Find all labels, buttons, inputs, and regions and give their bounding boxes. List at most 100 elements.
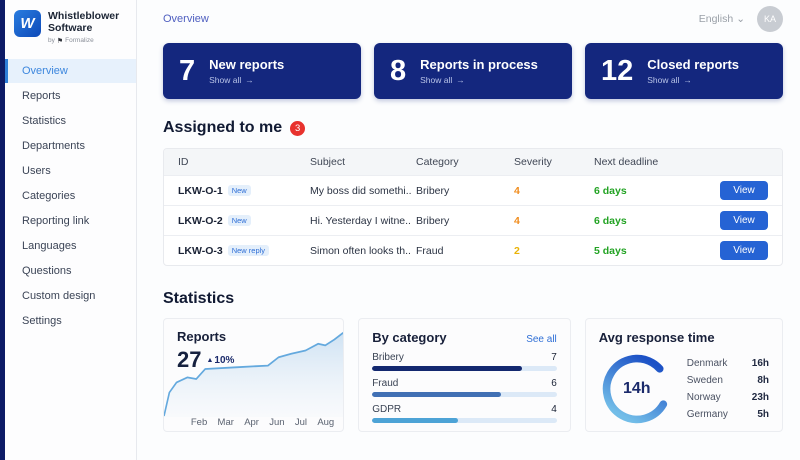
stat-card-text: New reports Show all → [209, 57, 284, 85]
statistics-section-header: Statistics [163, 290, 783, 308]
category-label-row: GDPR 4 [372, 404, 557, 415]
sidebar-item-questions[interactable]: Questions [5, 259, 136, 283]
x-axis-labels: Feb Mar Apr Jun Jul Aug [164, 417, 343, 428]
table-row[interactable]: LKW-O-3 New reply Simon often looks th..… [164, 235, 782, 265]
sidebar-item-reporting-link[interactable]: Reporting link [5, 209, 136, 233]
show-all-link[interactable]: Show all → [647, 75, 739, 85]
x-tick: Aug [317, 417, 334, 428]
deadline-value: 5 days [594, 245, 710, 257]
sidebar-item-reports[interactable]: Reports [5, 84, 136, 108]
col-header-category: Category [416, 156, 514, 168]
chevron-down-icon: ⌄ [736, 13, 745, 25]
language-label: English [699, 13, 733, 25]
report-category: Bribery [416, 215, 514, 227]
assigned-title: Assigned to me [163, 119, 282, 137]
sidebar-menu: Overview Reports Statistics Departments … [5, 59, 136, 333]
report-id: LKW-O-2 [178, 215, 223, 227]
category-bar-fill [372, 366, 522, 371]
country-value: 16h [752, 358, 769, 369]
stat-title: Closed reports [647, 57, 739, 72]
col-header-subject: Subject [310, 156, 416, 168]
report-id: LKW-O-3 [178, 245, 223, 257]
sidebar-item-label: Overview [22, 65, 68, 77]
sidebar-item-settings[interactable]: Settings [5, 309, 136, 333]
sidebar-item-label: Custom design [22, 290, 95, 302]
sidebar-item-label: Departments [22, 140, 85, 152]
formalize-company-name: Formalize [65, 37, 94, 44]
assigned-count-badge: 3 [290, 121, 305, 136]
brand-text: Whistleblower Software by ⚑ Formalize [48, 10, 119, 45]
response-time-panel: Avg response time 14h [585, 318, 783, 432]
category-label-row: Bribery 7 [372, 352, 557, 363]
sidebar-item-categories[interactable]: Categories [5, 184, 136, 208]
see-all-link[interactable]: See all [526, 334, 557, 345]
country-label: Denmark [687, 358, 728, 369]
show-all-link[interactable]: Show all → [420, 75, 538, 85]
response-panel-title: Avg response time [599, 330, 769, 345]
language-selector[interactable]: English ⌄ [699, 13, 745, 25]
category-panel-title: By category [372, 330, 446, 345]
category-label: Fraud [372, 378, 398, 389]
sidebar-item-label: Categories [22, 190, 75, 202]
show-all-link[interactable]: Show all → [209, 75, 284, 85]
category-value: 6 [551, 378, 557, 389]
category-bar-row: GDPR 4 [372, 404, 557, 423]
category-value: 7 [551, 352, 557, 363]
country-row: Norway 23h [687, 389, 769, 406]
sidebar-item-statistics[interactable]: Statistics [5, 109, 136, 133]
table-row[interactable]: LKW-O-1 New My boss did somethi.. Briber… [164, 175, 782, 205]
stat-card-in-process[interactable]: 8 Reports in process Show all → [374, 43, 572, 99]
country-label: Sweden [687, 375, 723, 386]
assigned-table: ID Subject Category Severity Next deadli… [163, 148, 783, 266]
stat-card-new-reports[interactable]: 7 New reports Show all → [163, 43, 361, 99]
sidebar-item-custom-design[interactable]: Custom design [5, 284, 136, 308]
deadline-value: 6 days [594, 185, 710, 197]
main-content: Overview English ⌄ KA 7 New reports Show… [137, 0, 800, 460]
stat-title: Reports in process [420, 57, 538, 72]
report-category: Bribery [416, 185, 514, 197]
sidebar-item-label: Users [22, 165, 51, 177]
report-category: Fraud [416, 245, 514, 257]
report-id: LKW-O-1 [178, 185, 223, 197]
view-button[interactable]: View [720, 211, 768, 230]
sidebar-item-languages[interactable]: Languages [5, 234, 136, 258]
avatar[interactable]: KA [757, 6, 783, 32]
brand-name: Whistleblower Software [48, 10, 119, 35]
sidebar-item-label: Reports [22, 90, 61, 102]
response-panel-body: 14h Denmark 16h Sweden 8h Norway 23h [599, 351, 769, 427]
report-subject: My boss did somethi.. [310, 185, 416, 197]
arrow-right-icon: → [683, 75, 692, 85]
breadcrumb[interactable]: Overview [163, 13, 209, 25]
col-header-severity: Severity [514, 156, 594, 168]
sidebar-item-departments[interactable]: Departments [5, 134, 136, 158]
category-bar-row: Bribery 7 [372, 352, 557, 371]
sidebar-item-users[interactable]: Users [5, 159, 136, 183]
x-tick: Feb [191, 417, 207, 428]
country-row: Sweden 8h [687, 372, 769, 389]
category-bar-track [372, 418, 557, 423]
reports-count-row: 27 ▲ 10% [177, 347, 234, 373]
reports-chart-panel: Reports 27 ▲ 10% [163, 318, 344, 432]
stat-card-closed[interactable]: 12 Closed reports Show all → [585, 43, 783, 99]
col-header-id: ID [178, 156, 310, 168]
topbar: Overview English ⌄ KA [163, 0, 783, 38]
view-button[interactable]: View [720, 181, 768, 200]
category-label: GDPR [372, 404, 401, 415]
category-bar-track [372, 366, 557, 371]
table-row[interactable]: LKW-O-2 New Hi. Yesterday I witne.. Brib… [164, 205, 782, 235]
status-badge: New [228, 215, 251, 226]
category-bar-row: Fraud 6 [372, 378, 557, 397]
category-chart-panel: By category See all Bribery 7 Fraud 6 [358, 318, 571, 432]
sidebar-item-label: Statistics [22, 115, 66, 127]
x-tick: Jun [269, 417, 284, 428]
brand-logo[interactable]: W Whistleblower Software by ⚑ Formalize [5, 0, 136, 49]
severity-value: 2 [514, 245, 594, 257]
country-value: 8h [757, 375, 769, 386]
category-panel-header: By category See all [372, 330, 557, 345]
response-donut-chart: 14h [599, 351, 675, 427]
whistleblower-logo-icon: W [14, 10, 41, 37]
report-subject: Hi. Yesterday I witne.. [310, 215, 416, 227]
statistics-panels: Reports 27 ▲ 10% [163, 318, 783, 432]
view-button[interactable]: View [720, 241, 768, 260]
sidebar-item-overview[interactable]: Overview [5, 59, 136, 83]
